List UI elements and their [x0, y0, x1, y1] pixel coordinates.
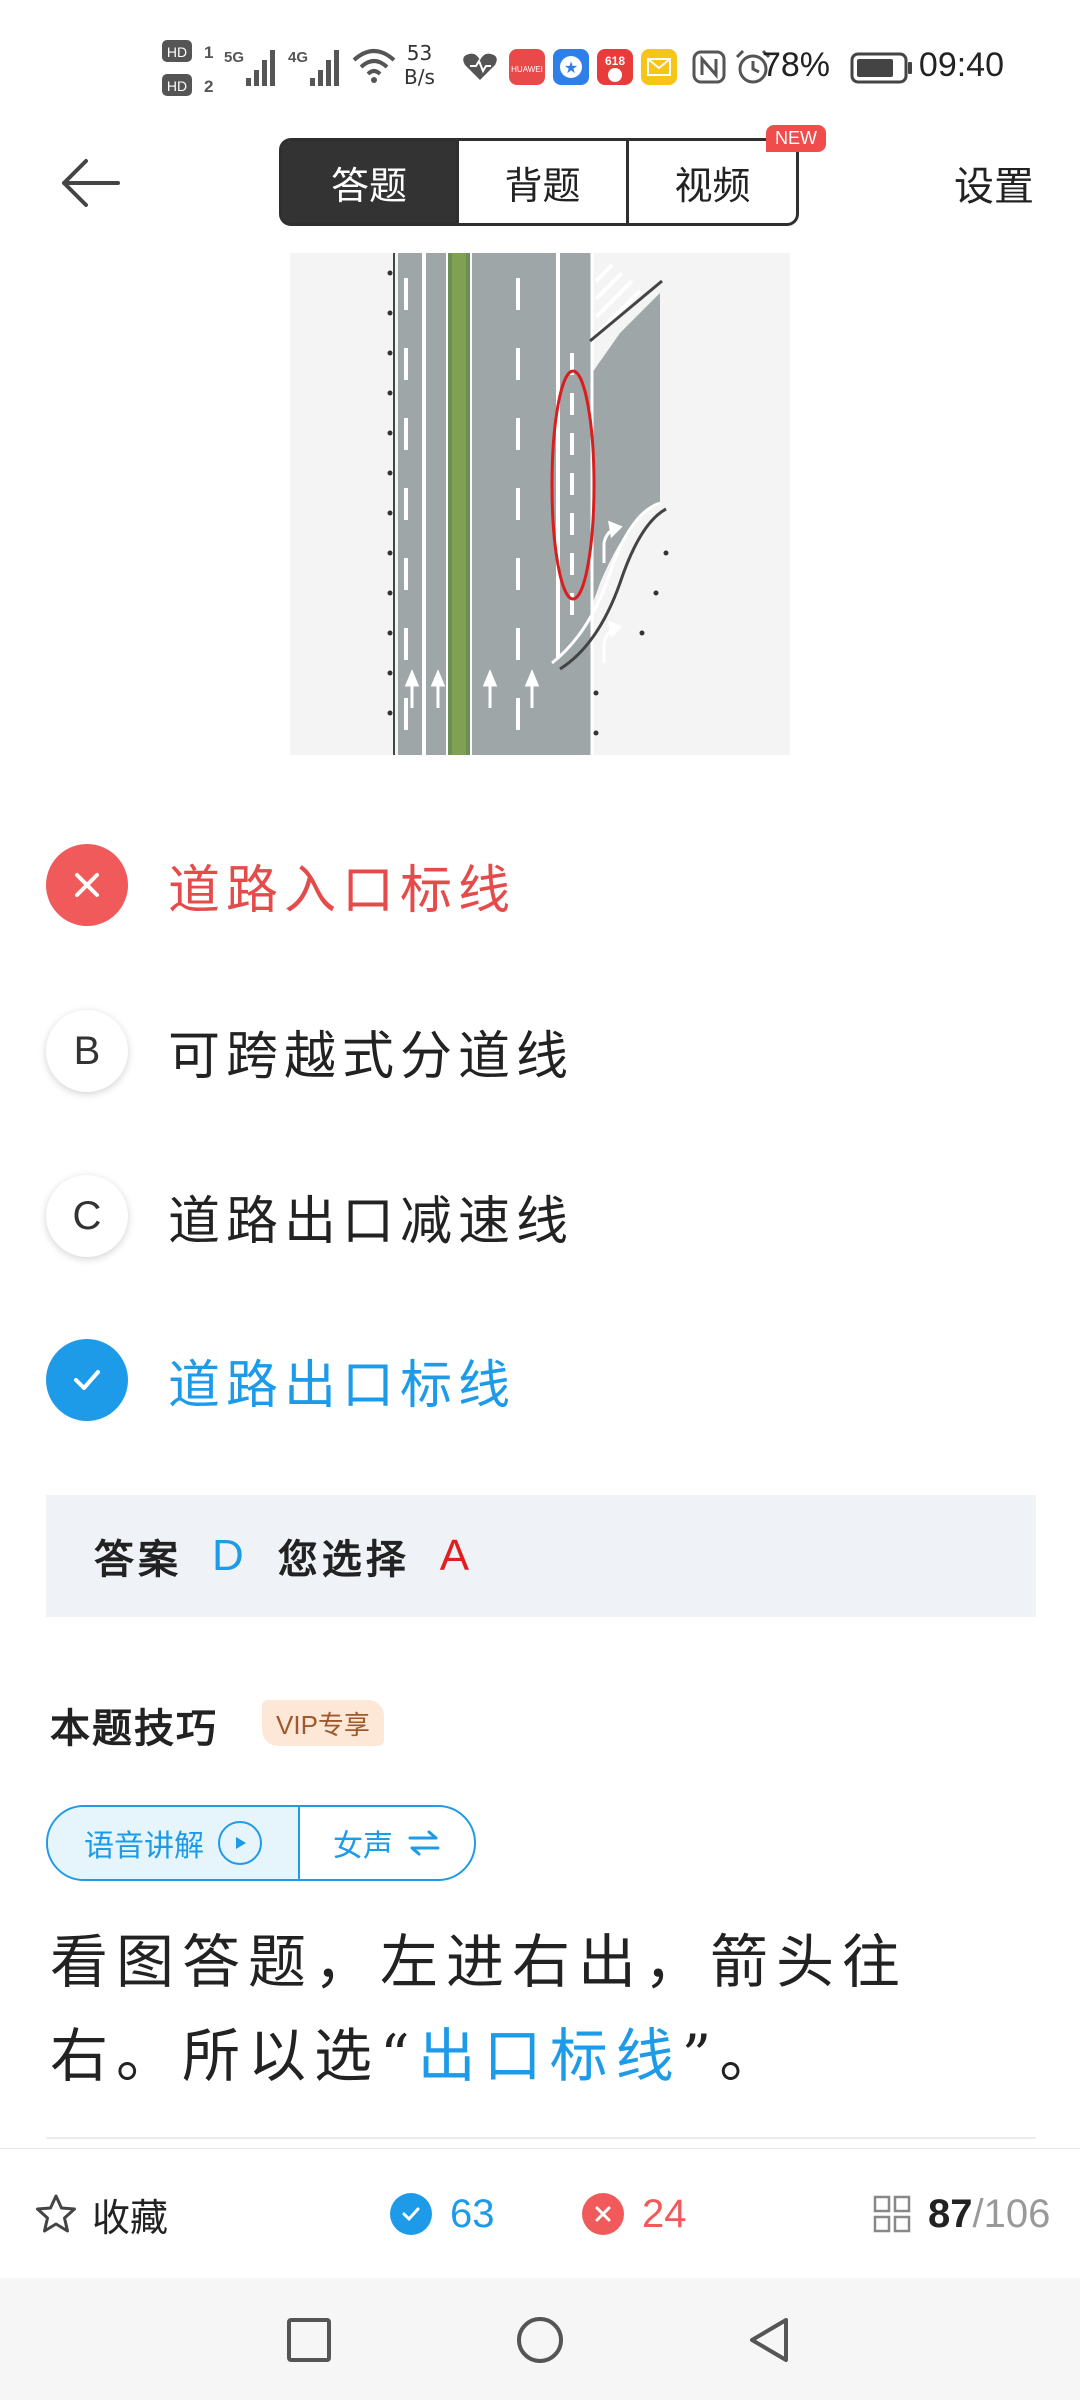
tips-title: 本题技巧: [50, 1705, 218, 1752]
home-circle-icon[interactable]: [514, 2314, 566, 2366]
option-d-text: 道路出口标线: [168, 1355, 517, 1416]
health-icon: [463, 53, 497, 80]
correct-answer: D: [212, 1531, 244, 1580]
current-question-number: 87: [928, 2191, 973, 2236]
voice-explain-control: 语音讲解 女声: [46, 1805, 476, 1881]
svg-text:618: 618: [605, 54, 625, 68]
option-c-text: 道路出口减速线: [168, 1191, 575, 1252]
svg-text:1: 1: [204, 43, 213, 62]
answer-label: 答案: [94, 1536, 182, 1583]
mail-icon: [641, 49, 677, 85]
bottom-bar: 收藏 63 24 87/106: [0, 2148, 1080, 2279]
question-progress[interactable]: 87/106: [872, 2149, 1050, 2279]
correct-count-value: 63: [450, 2191, 495, 2236]
voice-gender-label: 女声: [333, 1829, 393, 1864]
svg-text:4G: 4G: [288, 49, 308, 66]
back-arrow-icon[interactable]: [56, 148, 126, 218]
option-b-key: B: [46, 1010, 128, 1092]
svg-text:HD: HD: [167, 44, 187, 60]
correct-count[interactable]: 63: [390, 2149, 495, 2279]
svg-text:5G: 5G: [224, 49, 244, 66]
app-618-icon: 618: [597, 49, 633, 85]
correct-check-icon: [390, 2193, 432, 2235]
option-a-text: 道路入口标线: [168, 860, 517, 921]
wrong-count-value: 24: [642, 2191, 687, 2236]
explanation-text: 看图答题，左进右出，箭头往右。所以选“出口标线”。: [50, 1915, 1010, 2103]
svg-text:2: 2: [204, 77, 213, 96]
battery-percent: 78%: [761, 45, 830, 84]
status-bar: HD 1 HD 2 5G 4G 53 B/s HUAWEI ★ 618 78% …: [0, 0, 1080, 130]
5g-signal-icon: 5G: [224, 49, 275, 86]
voice-explain-button[interactable]: 语音讲解: [48, 1807, 300, 1879]
option-c[interactable]: C 道路出口减速线: [46, 1174, 946, 1258]
tab-answer[interactable]: 答题: [282, 141, 456, 223]
svg-text:★: ★: [564, 58, 578, 77]
clock: 09:40: [918, 45, 1004, 84]
vip-badge: VIP专享: [262, 1700, 384, 1746]
tab-video[interactable]: 视频: [626, 141, 796, 223]
explanation-part-2: ”。: [681, 2022, 786, 2090]
tab-memorize[interactable]: 背题: [456, 141, 626, 223]
option-d[interactable]: 道路出口标线: [46, 1338, 946, 1422]
play-icon: [218, 1821, 262, 1865]
mode-tabs: 答题 背题 视频 NEW: [279, 125, 826, 226]
4g-signal-icon: 4G: [288, 49, 339, 86]
favorite-button[interactable]: 收藏: [34, 2149, 168, 2279]
explanation-highlight: 出口标线: [417, 2022, 682, 2090]
back-triangle-icon[interactable]: [744, 2314, 796, 2366]
settings-button[interactable]: 设置: [954, 148, 1034, 218]
svg-text:HUAWEI: HUAWEI: [511, 65, 543, 74]
chosen-label: 您选择: [277, 1536, 410, 1583]
option-b[interactable]: B 可跨越式分道线: [46, 1009, 946, 1093]
check-mark-icon: [46, 1339, 128, 1421]
network-speed-value: 53: [406, 41, 433, 65]
nfc-icon: [692, 50, 726, 84]
hd-icon: HD 1 HD 2: [162, 40, 213, 96]
grid-icon: [873, 2195, 911, 2233]
svg-text:HD: HD: [167, 78, 187, 94]
chosen-answer: A: [439, 1531, 470, 1580]
option-a[interactable]: 道路入口标线: [46, 843, 946, 927]
wrong-count[interactable]: 24: [582, 2149, 687, 2279]
star-icon: [36, 2194, 76, 2233]
voice-explain-label: 语音讲解: [84, 1829, 204, 1864]
wrong-cross-icon: [582, 2193, 624, 2235]
option-b-text: 可跨越式分道线: [168, 1026, 575, 1087]
divider: [46, 2137, 1036, 2139]
new-badge: NEW: [766, 125, 826, 152]
battery-icon: [850, 52, 912, 84]
answer-summary: 答案 D 您选择 A: [46, 1495, 1036, 1617]
road-marking-image: [290, 253, 790, 755]
recents-square-icon[interactable]: [283, 2314, 335, 2366]
network-speed-unit: B/s: [404, 65, 435, 89]
option-c-key: C: [46, 1175, 128, 1257]
wrong-mark-icon: [46, 844, 128, 926]
network-speed: 53 B/s: [404, 0, 435, 130]
system-nav-bar: [0, 2278, 1080, 2400]
app-notification-icon: HUAWEI: [509, 49, 545, 85]
app-notification-icon: ★: [553, 49, 589, 85]
total-questions: /106: [972, 2191, 1051, 2236]
switch-icon: [408, 1830, 440, 1856]
favorite-label: 收藏: [92, 2195, 169, 2240]
wifi-icon: [352, 49, 396, 83]
voice-gender-toggle[interactable]: 女声: [300, 1807, 474, 1879]
